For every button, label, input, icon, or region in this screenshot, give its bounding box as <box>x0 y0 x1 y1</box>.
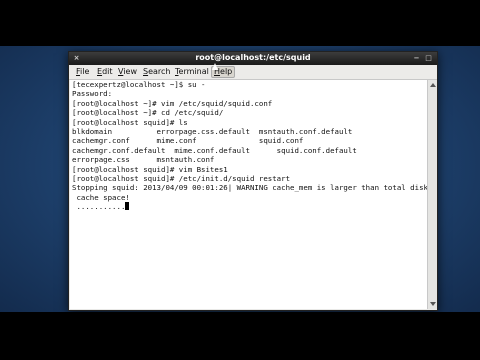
terminal-last-line: ........... <box>70 202 427 211</box>
terminal-line: [root@localhost squid]# vim Bsites1 <box>72 164 228 174</box>
terminal-line: [root@localhost squid]# /etc/init.d/squi… <box>72 173 291 183</box>
menu-view[interactable]: View <box>116 67 139 77</box>
terminal-line: errorpage.css msntauth.conf <box>72 155 215 165</box>
terminal-line: [tecexpertz@localhost ~]$ su - <box>72 80 206 89</box>
menu-bar: File Edit View Search Terminal Help <box>69 65 437 80</box>
mouse-pointer-icon <box>212 63 218 70</box>
terminal-window: × root@localhost:/etc/squid − □ File Edi… <box>68 51 438 311</box>
terminal-line: [root@localhost ~]# vim /etc/squid/squid… <box>72 98 273 108</box>
menu-terminal[interactable]: Terminal <box>173 67 211 77</box>
video-letterbox-bottom <box>0 312 480 360</box>
maximize-icon[interactable]: □ <box>424 54 433 63</box>
terminal-progress-dots: ........... <box>72 202 126 212</box>
menu-edit-label: dit <box>102 67 113 76</box>
terminal-output[interactable]: [tecexpertz@localhost ~]$ su - Password:… <box>70 80 427 309</box>
terminal-line: [root@localhost ~]# cd /etc/squid/ <box>72 108 224 118</box>
scroll-up-icon[interactable] <box>430 83 436 87</box>
terminal-line: cachemgr.conf mime.conf squid.conf <box>72 136 304 146</box>
menu-view-label: iew <box>123 67 137 76</box>
scroll-down-icon[interactable] <box>430 302 436 306</box>
window-titlebar[interactable]: × root@localhost:/etc/squid − □ <box>69 52 437 65</box>
menu-edit[interactable]: Edit <box>95 67 115 77</box>
terminal-scrollbar[interactable] <box>427 80 437 309</box>
terminal-line: [root@localhost squid]# ls <box>72 117 188 127</box>
terminal-line: blkdomain errorpage.css.default msntauth… <box>72 126 353 136</box>
terminal-line: Password: <box>72 89 113 99</box>
menu-search-label: earch <box>148 67 171 76</box>
menu-search[interactable]: Search <box>141 67 172 77</box>
minimize-icon[interactable]: − <box>412 54 421 63</box>
video-letterbox-top <box>0 0 480 46</box>
menu-file[interactable]: File <box>74 67 91 77</box>
menu-help-label: elp <box>220 67 233 76</box>
terminal-line: Stopping squid: 2013/04/09 00:01:26| WAR… <box>72 183 427 193</box>
text-cursor <box>125 202 130 211</box>
window-title: root@localhost:/etc/squid <box>195 53 311 62</box>
menu-file-label: ile <box>80 67 90 76</box>
terminal-line: cache space! <box>72 192 130 202</box>
menu-terminal-label: erminal <box>178 67 209 76</box>
terminal-line: cachemgr.conf.default mime.conf.default … <box>72 145 357 155</box>
